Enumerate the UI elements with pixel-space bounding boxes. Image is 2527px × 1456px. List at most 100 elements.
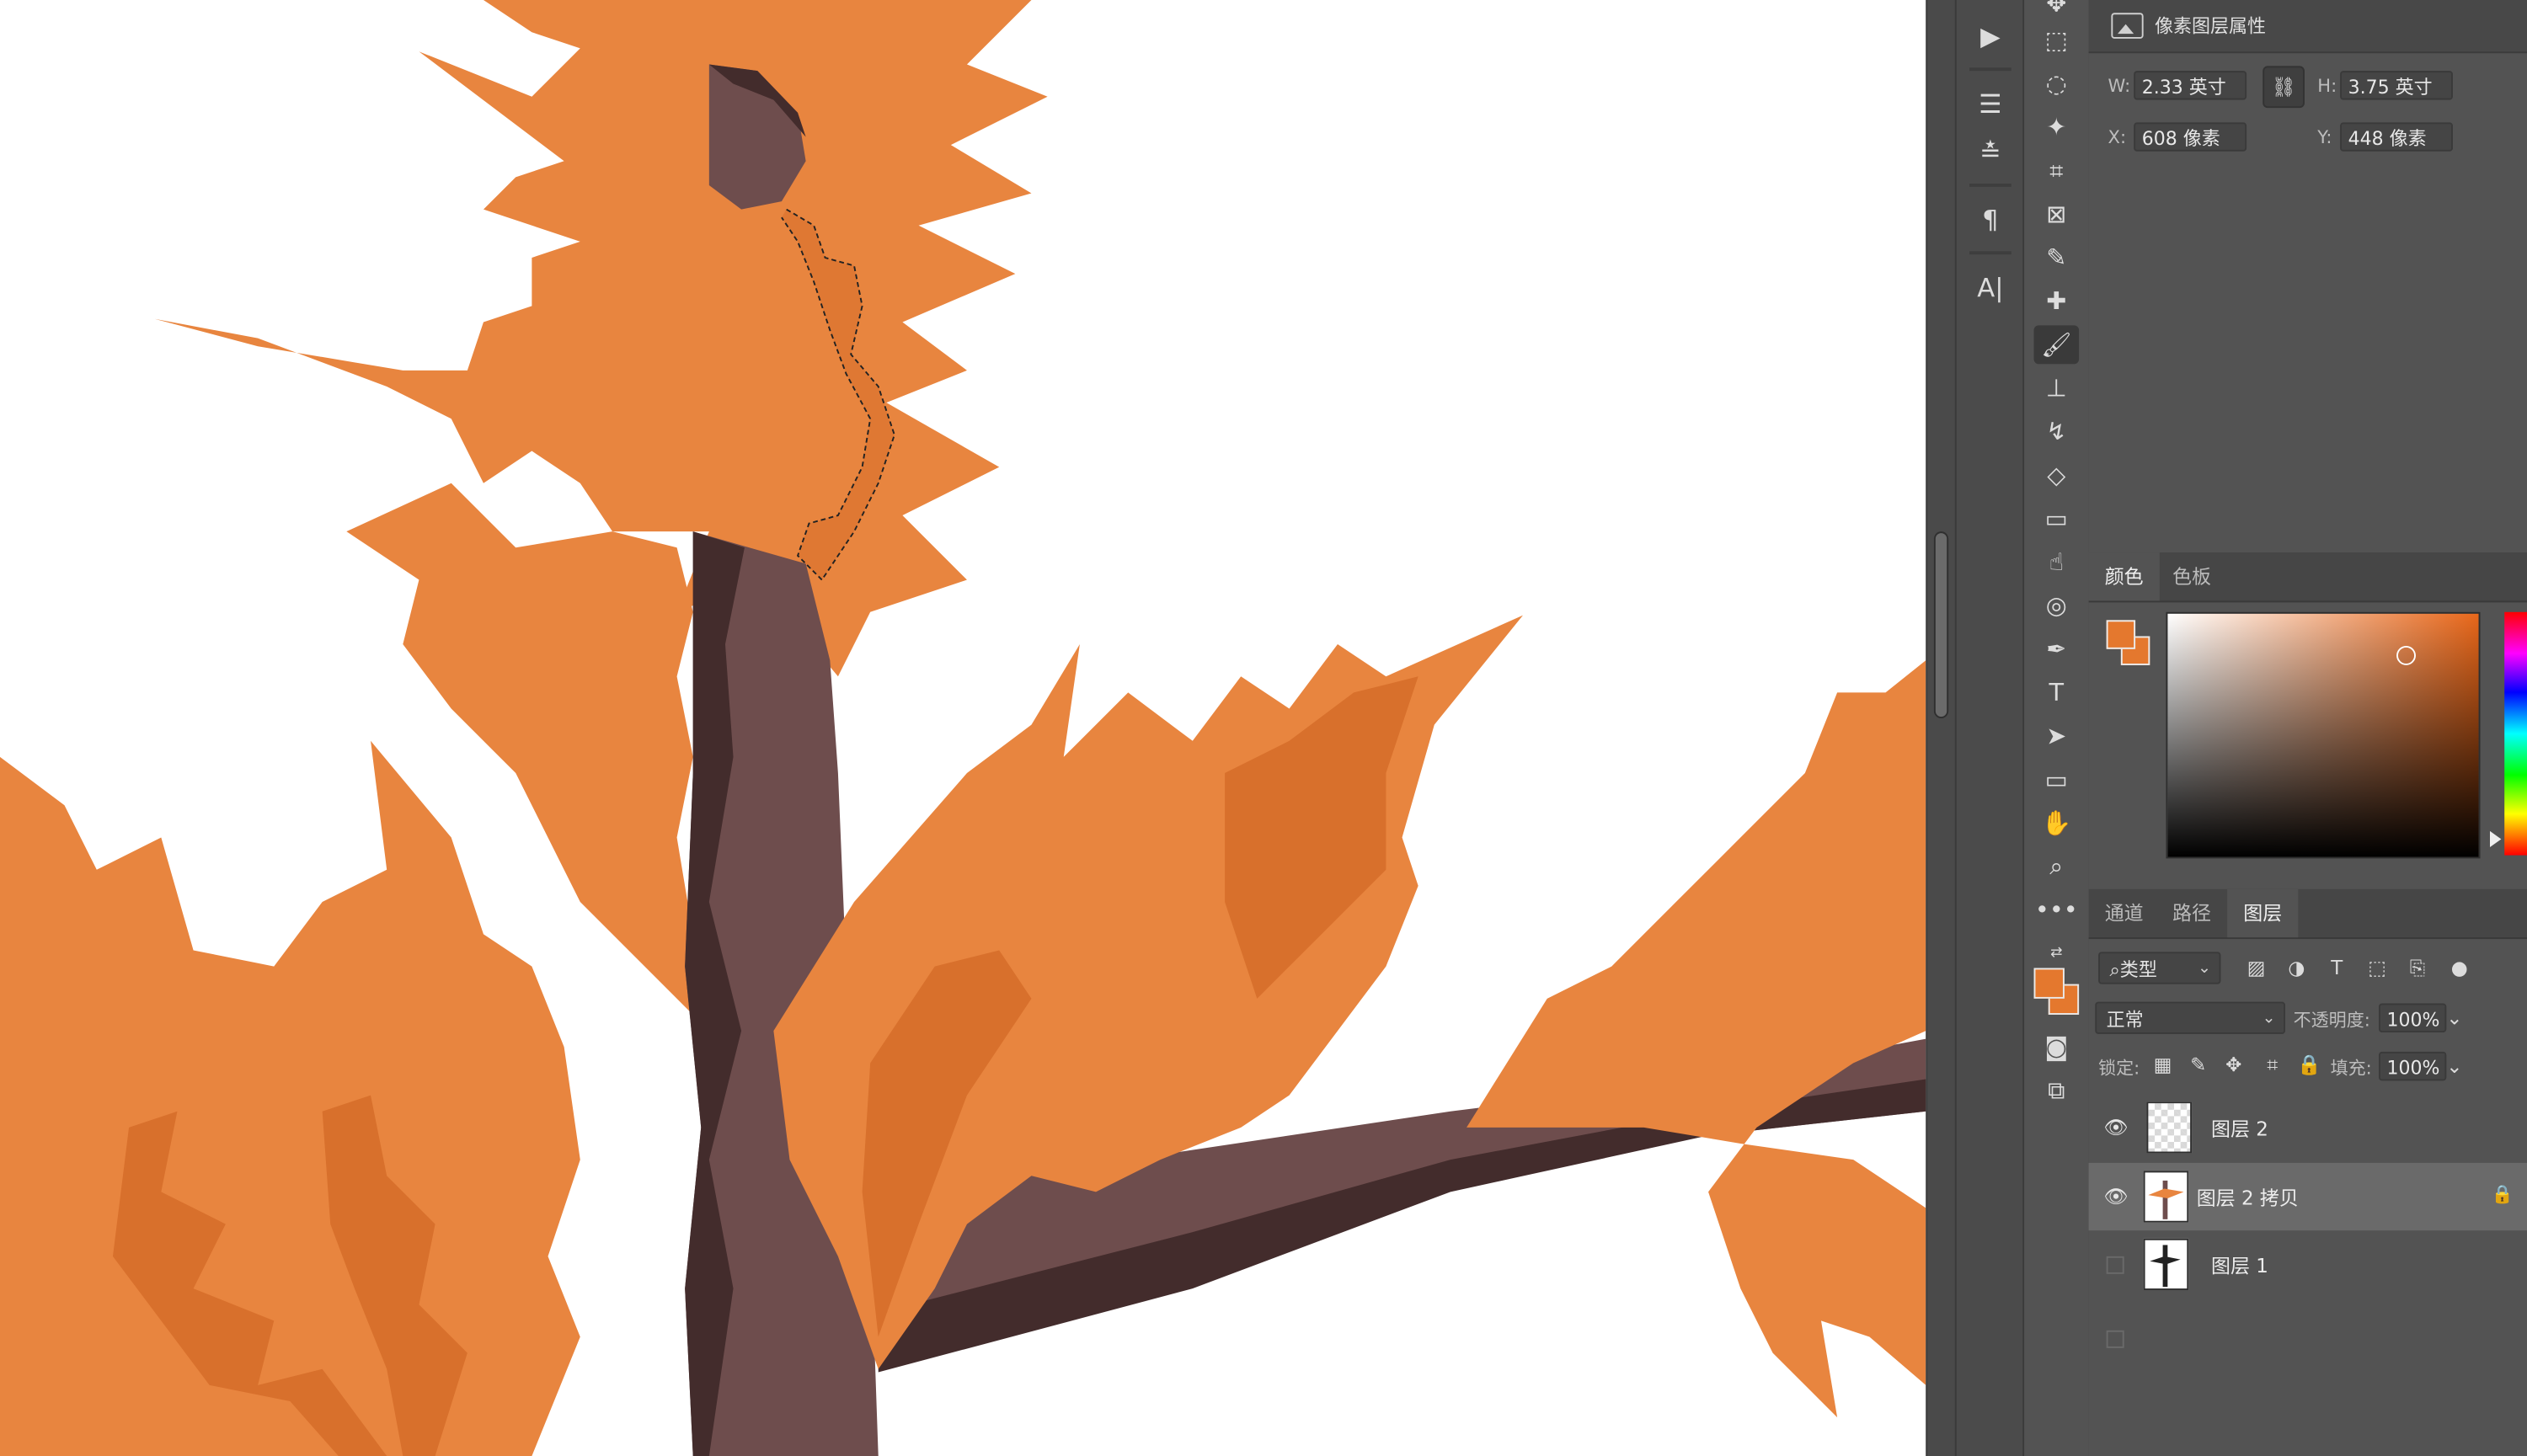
tab-channels[interactable]: 通道 xyxy=(2089,889,2160,937)
image-icon xyxy=(2111,13,2144,39)
screen-mode-icon[interactable]: ⧉ xyxy=(2034,1071,2080,1110)
layer-thumbnail xyxy=(2143,1238,2189,1291)
layer-filter-select[interactable]: ⌕类型 ⌄ xyxy=(2098,952,2221,984)
canvas-scrollbar[interactable] xyxy=(1926,0,1957,1456)
width-field[interactable]: 2.33 英寸 xyxy=(2134,71,2247,100)
filter-pixel-icon[interactable]: ▨ xyxy=(2243,955,2269,981)
y-label: Y: xyxy=(2317,127,2332,148)
history-brush-tool-icon[interactable]: ↯ xyxy=(2034,413,2080,451)
hue-slider[interactable] xyxy=(2504,611,2527,856)
visibility-eye-icon[interactable]: 👁 xyxy=(2104,1116,2129,1139)
zoom-tool-icon[interactable]: ⌕ xyxy=(2034,847,2080,886)
move-tool-icon[interactable]: ✥ xyxy=(2034,0,2080,23)
link-dimensions-button[interactable]: ⛓ xyxy=(2263,66,2305,109)
divider xyxy=(1969,251,2011,255)
lock-all-icon[interactable]: 🔒 xyxy=(2296,1052,2322,1078)
hand-tool-icon[interactable]: ✋ xyxy=(2034,803,2080,842)
color-panel-tabs: 颜色 色板 xyxy=(2088,552,2527,603)
eyedropper-tool-icon[interactable]: ✎ xyxy=(2034,238,2080,277)
lock-position-icon[interactable]: ✥ xyxy=(2220,1052,2247,1078)
marquee-tool-icon[interactable]: ⬚ xyxy=(2034,21,2080,60)
chevron-down-icon: ⌄ xyxy=(2262,1010,2276,1028)
collapsed-panel-strip: ▶ ☰ ≛ ¶ A| xyxy=(1954,0,2023,1456)
properties-title: 像素图层属性 xyxy=(2155,14,2267,37)
more-tools-icon[interactable]: ••• xyxy=(2034,891,2080,930)
gradient-tool-icon[interactable]: ▭ xyxy=(2034,499,2080,538)
visibility-toggle-off[interactable] xyxy=(2106,1330,2124,1348)
tab-paths[interactable]: 路径 xyxy=(2156,889,2227,937)
frame-tool-icon[interactable]: ⊠ xyxy=(2034,195,2080,233)
chevron-down-icon: ⌄ xyxy=(2197,959,2211,978)
brush-presets-icon[interactable]: ☰ xyxy=(1969,83,2011,122)
smudge-tool-icon[interactable]: ☝ xyxy=(2034,543,2080,582)
filter-shape-icon[interactable]: ⬚ xyxy=(2364,955,2391,981)
clone-stamp-tool-icon[interactable]: ⊥ xyxy=(2034,369,2080,408)
foreground-color-swatch[interactable] xyxy=(2033,968,2065,999)
fill-label: 填充: xyxy=(2330,1058,2372,1080)
opacity-field[interactable]: 100% xyxy=(2378,1003,2447,1032)
document-canvas[interactable] xyxy=(0,0,1926,1456)
pen-tool-icon[interactable]: ✒ xyxy=(2034,630,2080,669)
magic-wand-tool-icon[interactable]: ✦ xyxy=(2034,108,2080,147)
blend-mode-select[interactable]: 正常 ⌄ xyxy=(2095,1001,2286,1034)
right-panel-dock: 像素图层属性 W: 2.33 英寸 ⛓ H: 3.75 英寸 X: 608 像素… xyxy=(2088,0,2527,1456)
brush-tool-icon[interactable]: 🖌 xyxy=(2033,325,2080,365)
height-label: H: xyxy=(2317,75,2337,97)
layer-locked-icon: 🔒 xyxy=(2491,1183,2514,1205)
rectangle-tool-icon[interactable]: ▭ xyxy=(2034,760,2080,799)
tab-swatches[interactable]: 色板 xyxy=(2156,552,2227,600)
filter-adjustment-icon[interactable]: ◑ xyxy=(2284,955,2310,981)
eraser-tool-icon[interactable]: ◇ xyxy=(2034,456,2080,494)
layer-name: 图层 2 拷贝 xyxy=(2196,1187,2299,1210)
lasso-tool-icon[interactable]: ◌ xyxy=(2034,65,2080,104)
link-icon: ⛓ xyxy=(2271,75,2296,99)
properties-header: 像素图层属性 xyxy=(2088,0,2527,54)
lock-image-pixels-icon[interactable]: ✎ xyxy=(2185,1052,2211,1078)
opacity-label: 不透明度: xyxy=(2293,1010,2370,1032)
sponge-tool-icon[interactable]: ◎ xyxy=(2034,586,2080,625)
quick-mask-icon[interactable]: ◙ xyxy=(2034,1027,2080,1066)
x-field[interactable]: 608 像素 xyxy=(2134,122,2247,152)
panel-foreground-swatch[interactable] xyxy=(2106,620,2136,649)
layer-thumbnail xyxy=(2146,1101,2193,1154)
visibility-eye-icon[interactable]: 👁 xyxy=(2104,1186,2129,1208)
path-selection-tool-icon[interactable]: ➤ xyxy=(2034,717,2080,755)
visibility-toggle-off[interactable] xyxy=(2106,1256,2124,1274)
tree-artwork xyxy=(0,0,1926,1456)
filter-type-icon[interactable]: T xyxy=(2324,955,2350,981)
tab-color[interactable]: 颜色 xyxy=(2088,552,2160,601)
width-label: W: xyxy=(2108,75,2131,97)
character-icon[interactable]: A| xyxy=(1969,267,2011,306)
paragraph-icon[interactable]: ¶ xyxy=(1969,200,2011,238)
play-icon[interactable]: ▶ xyxy=(1969,16,2011,55)
chevron-down-icon[interactable]: ⌄ xyxy=(2442,1005,2468,1031)
fill-field[interactable]: 100% xyxy=(2378,1051,2447,1081)
color-picker-cursor[interactable] xyxy=(2396,645,2416,665)
brush-settings-icon[interactable]: ≛ xyxy=(1969,132,2011,171)
layer-thumbnail xyxy=(2143,1171,2189,1223)
filter-toggle-icon[interactable]: ● xyxy=(2446,955,2472,981)
y-field[interactable]: 448 像素 xyxy=(2340,122,2453,152)
crop-tool-icon[interactable]: ⌗ xyxy=(2034,152,2080,190)
hue-slider-arrow[interactable] xyxy=(2489,830,2502,848)
layer-name: 图层 2 xyxy=(2210,1117,2268,1141)
filter-smart-object-icon[interactable]: ⎘ xyxy=(2405,955,2431,981)
lock-artboard-icon[interactable]: ⌗ xyxy=(2259,1052,2285,1078)
chevron-down-icon[interactable]: ⌄ xyxy=(2442,1053,2468,1080)
divider xyxy=(1969,184,2011,187)
height-field[interactable]: 3.75 英寸 xyxy=(2340,71,2453,100)
swap-colors-icon[interactable]: ⇄ xyxy=(2034,934,2080,973)
layer-row[interactable]: 👁 图层 2 xyxy=(2089,1094,2527,1161)
type-tool-icon[interactable]: T xyxy=(2034,673,2080,712)
layer-row[interactable]: 👁 图层 2 拷贝 🔒 xyxy=(2088,1162,2527,1231)
healing-brush-tool-icon[interactable]: ✚ xyxy=(2034,282,2080,321)
blend-mode-value: 正常 xyxy=(2106,1008,2144,1032)
tab-layers[interactable]: 图层 xyxy=(2227,888,2299,938)
layer-name: 图层 1 xyxy=(2210,1254,2268,1277)
lock-label: 锁定: xyxy=(2098,1058,2140,1080)
lock-transparent-pixels-icon[interactable]: ▦ xyxy=(2150,1052,2176,1078)
color-picker-field[interactable] xyxy=(2166,611,2481,859)
x-label: X: xyxy=(2108,127,2127,148)
scrollbar-thumb[interactable] xyxy=(1933,531,1949,719)
layer-row[interactable]: 图层 1 xyxy=(2089,1230,2527,1298)
